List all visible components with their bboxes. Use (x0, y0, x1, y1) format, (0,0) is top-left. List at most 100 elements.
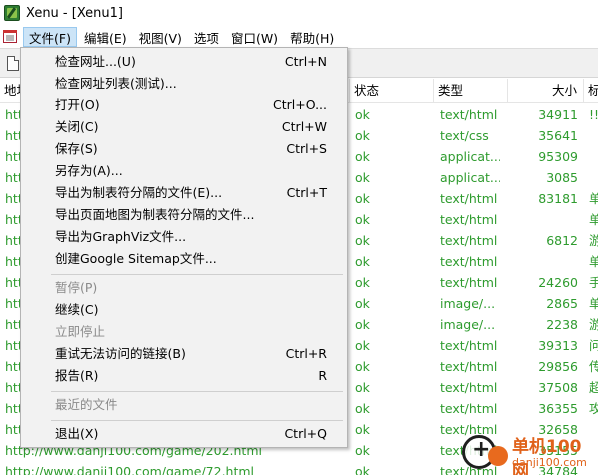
menu-item-check-url-list[interactable]: 检查网址列表(测试)... (22, 73, 346, 95)
row-status: ok (355, 212, 370, 227)
menu-item-exit[interactable]: 退出(X) Ctrl+Q (22, 423, 346, 445)
row-title: 单 (589, 191, 598, 206)
menu-item-recent-files[interactable]: 最近的文件 (22, 394, 346, 416)
row-status: ok (355, 254, 370, 269)
row-size: 37508 (538, 380, 578, 395)
menu-view[interactable]: 视图(V) (134, 27, 187, 47)
row-title: 问 (589, 338, 598, 353)
row-type: text/html (440, 380, 498, 395)
row-status: ok (355, 317, 370, 332)
row-status: ok (355, 107, 370, 122)
menu-item-check-url[interactable]: 检查网址...(U) Ctrl+N (22, 51, 346, 73)
menu-item-export-page-map[interactable]: 导出页面地图为制表符分隔的文件... (22, 204, 346, 226)
column-header-title[interactable]: 标 (584, 79, 598, 103)
row-type: applicat... (440, 170, 500, 185)
column-header-type[interactable]: 类型 (434, 79, 508, 103)
row-status: ok (355, 149, 370, 164)
row-size: 3085 (546, 170, 578, 185)
row-title (589, 127, 598, 145)
row-size: 6812 (546, 233, 578, 248)
menu-separator (51, 274, 343, 275)
menu-bar: 文件(F) 编辑(E) 视图(V) 选项 窗口(W) 帮助(H) (0, 26, 598, 48)
menu-item-open[interactable]: 打开(O) Ctrl+O... (22, 94, 346, 116)
row-type: text/html (440, 233, 498, 248)
row-status: ok (355, 170, 370, 185)
menu-help[interactable]: 帮助(H) (285, 27, 339, 47)
row-type: image/... (440, 296, 496, 311)
row-title: 手 (589, 275, 598, 290)
menu-item-stop-now[interactable]: 立即停止 (22, 321, 346, 343)
menu-item-continue[interactable]: 继续(C) (22, 299, 346, 321)
menu-item-export-graphviz[interactable]: 导出为GraphViz文件... (22, 226, 346, 248)
new-document-icon[interactable] (7, 56, 19, 71)
row-status: ok (355, 401, 370, 416)
menu-options[interactable]: 选项 (189, 27, 224, 47)
row-title (589, 148, 598, 166)
row-size: 2865 (546, 296, 578, 311)
row-title: 攻 (589, 401, 598, 416)
row-title: !! (589, 107, 598, 122)
row-size: 34911 (538, 107, 578, 122)
menu-item-export-tab-separated[interactable]: 导出为制表符分隔的文件(E)... Ctrl+T (22, 182, 346, 204)
menu-window[interactable]: 窗口(W) (226, 27, 283, 47)
menu-item-pause[interactable]: 暂停(P) (22, 277, 346, 299)
row-type: text/html (440, 401, 498, 416)
row-status: ok (355, 380, 370, 395)
row-type: text/html (440, 359, 498, 374)
title-bar: Xenu - [Xenu1] (0, 0, 598, 26)
row-size: 24260 (538, 275, 578, 290)
row-size (508, 253, 578, 271)
row-size (508, 211, 578, 229)
row-status: ok (355, 296, 370, 311)
menu-file[interactable]: 文件(F) (23, 27, 77, 47)
row-size: 39313 (538, 338, 578, 353)
row-size: 36355 (538, 401, 578, 416)
menu-item-retry-broken-links[interactable]: 重试无法访问的链接(B) Ctrl+R (22, 343, 346, 365)
row-type: text/html (440, 338, 498, 353)
row-type: text/html (440, 212, 498, 227)
row-type: text/html (440, 191, 498, 206)
menu-separator (51, 420, 343, 421)
row-title: 单 (589, 296, 598, 311)
row-size: 83181 (538, 191, 578, 206)
row-title: 游 (589, 317, 598, 332)
row-status: ok (355, 422, 370, 437)
menu-item-save[interactable]: 保存(S) Ctrl+S (22, 138, 346, 160)
row-title: 单 (589, 212, 598, 227)
row-size: 35641 (538, 128, 578, 143)
row-type: applicat... (440, 149, 500, 164)
row-status: ok (355, 443, 370, 458)
menu-separator (51, 391, 343, 392)
row-url: http://www.danji100.com/game/72.html (5, 464, 255, 475)
row-title: 游 (589, 233, 598, 248)
watermark-url: danji100.com (512, 456, 587, 469)
file-menu-dropdown: 检查网址...(U) Ctrl+N 检查网址列表(测试)... 打开(O) Ctrl… (20, 47, 348, 448)
window-title: Xenu - [Xenu1] (26, 5, 123, 21)
row-status: ok (355, 275, 370, 290)
row-title: 传 (589, 359, 598, 374)
row-size: 2238 (546, 317, 578, 332)
row-status: ok (355, 464, 370, 475)
menu-item-save-as[interactable]: 另存为(A)... (22, 160, 346, 182)
mdi-window-icon[interactable] (3, 29, 19, 45)
row-type: text/html (440, 107, 498, 122)
row-status: ok (355, 128, 370, 143)
row-type: text/html (440, 254, 498, 269)
row-size: 95309 (538, 149, 578, 164)
menu-item-close[interactable]: 关闭(C) Ctrl+W (22, 116, 346, 138)
xenu-app-icon[interactable] (4, 5, 20, 21)
column-header-status[interactable]: 状态 (350, 79, 434, 103)
column-header-size[interactable]: 大小 (508, 79, 584, 103)
row-type: text/css (440, 128, 489, 143)
row-status: ok (355, 233, 370, 248)
row-title (589, 169, 598, 187)
menu-item-report[interactable]: 报告(R) R (22, 365, 346, 387)
orange-dot-icon (488, 446, 508, 466)
row-type: image/... (440, 317, 496, 332)
row-status: ok (355, 338, 370, 353)
menu-edit[interactable]: 编辑(E) (79, 27, 132, 47)
watermark-logo: 单机100网 danji100.com (458, 432, 598, 475)
menu-item-google-sitemap[interactable]: 创建Google Sitemap文件... (22, 248, 346, 270)
row-type: text/html (440, 275, 498, 290)
row-title: 超 (589, 380, 598, 395)
